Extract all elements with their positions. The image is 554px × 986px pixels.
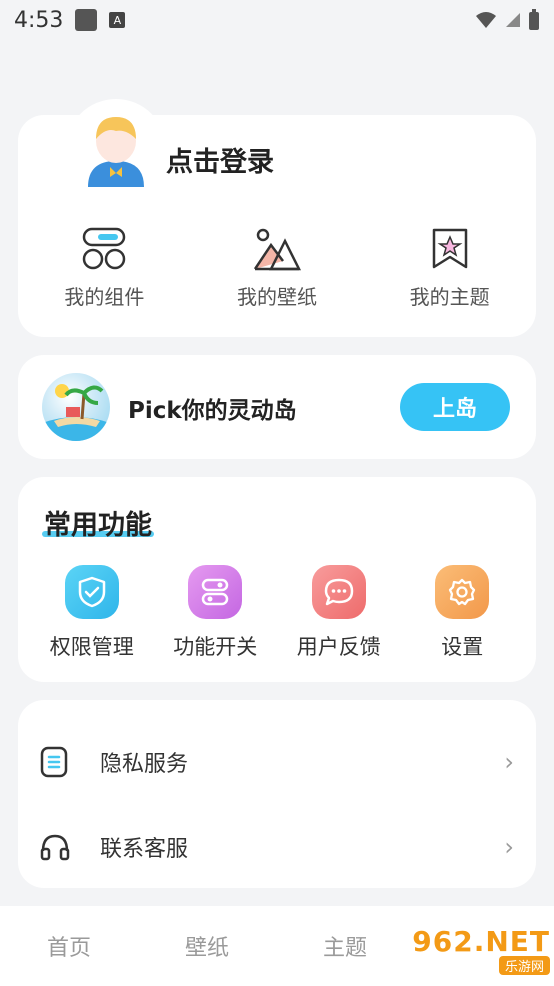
functions-row: 权限管理 功能开关 用户反馈 设置 [18, 565, 536, 661]
nav-wallpaper[interactable]: 壁纸 [138, 930, 276, 962]
quick-actions: 我的组件 我的壁纸 我的主题 [18, 227, 536, 310]
island-illustration [42, 373, 110, 441]
signal-icon [506, 13, 520, 27]
watermark-sub: 乐游网 [498, 956, 550, 975]
status-time: 4:53 [14, 7, 64, 33]
list-label-privacy: 隐私服务 [100, 752, 189, 777]
widgets-icon [83, 227, 126, 270]
watermark-main: 962.NET [412, 925, 550, 958]
nav-home[interactable]: 首页 [0, 930, 138, 962]
function-permissions[interactable]: 权限管理 [37, 565, 147, 661]
login-card: 点击登录 我的组件 我的壁纸 我的主题 [18, 99, 536, 337]
wifi-icon [476, 12, 496, 28]
function-toggles[interactable]: 功能开关 [160, 565, 270, 661]
island-title: Pick你的灵动岛 [128, 398, 297, 424]
functions-title: 常用功能 [44, 510, 152, 541]
function-label-toggles: 功能开关 [173, 635, 258, 659]
quick-item-widgets[interactable]: 我的组件 [18, 227, 191, 310]
gear-icon [435, 565, 490, 619]
function-label-feedback: 用户反馈 [296, 635, 381, 659]
function-label-permissions: 权限管理 [49, 635, 134, 659]
notification-square-icon [75, 9, 98, 31]
nav-theme[interactable]: 主题 [276, 930, 414, 962]
battery-icon [529, 9, 539, 30]
quick-label-wallpaper: 我的壁纸 [237, 285, 317, 309]
list-item-privacy[interactable]: 隐私服务 › [18, 720, 536, 804]
function-feedback[interactable]: 用户反馈 [284, 565, 394, 661]
list-label-support: 联系客服 [100, 837, 189, 862]
beach-icon [42, 384, 110, 441]
list-item-support[interactable]: 联系客服 › [18, 805, 536, 889]
quick-item-theme[interactable]: 我的主题 [363, 227, 536, 310]
site-watermark: 962.NET 乐游网 [412, 920, 550, 980]
functions-card: 常用功能 权限管理 功能开关 用户反馈 设置 [18, 477, 536, 682]
status-left: 4:53 A [14, 7, 126, 33]
avatar[interactable] [66, 99, 166, 199]
user-avatar-icon [88, 117, 144, 187]
theme-icon [432, 228, 467, 269]
settings-list-card: 隐私服务 › 联系客服 › [18, 700, 536, 888]
island-go-button[interactable]: 上岛 [400, 383, 510, 431]
quick-item-wallpaper[interactable]: 我的壁纸 [191, 227, 364, 310]
headset-icon [40, 834, 70, 861]
shield-icon [64, 565, 119, 619]
island-card: Pick你的灵动岛 上岛 [18, 355, 536, 459]
toggle-icon [188, 565, 243, 619]
login-title[interactable]: 点击登录 [166, 140, 274, 179]
screen: 4:53 A 点击登录 我的组件 我的壁纸 我的主题 Pick你的灵动岛 上岛 … [0, 0, 554, 986]
quick-label-theme: 我的主题 [409, 285, 490, 309]
chevron-right-icon: › [504, 833, 514, 861]
notification-a-icon: A [109, 12, 126, 28]
wallpaper-icon [253, 228, 301, 271]
chevron-right-icon: › [504, 748, 514, 776]
function-label-settings: 设置 [441, 635, 484, 659]
privacy-icon [40, 746, 68, 778]
function-settings[interactable]: 设置 [407, 565, 517, 661]
chat-icon [311, 565, 366, 619]
quick-label-widgets: 我的组件 [64, 285, 145, 309]
status-right [474, 9, 540, 31]
status-bar: 4:53 A [0, 0, 554, 40]
